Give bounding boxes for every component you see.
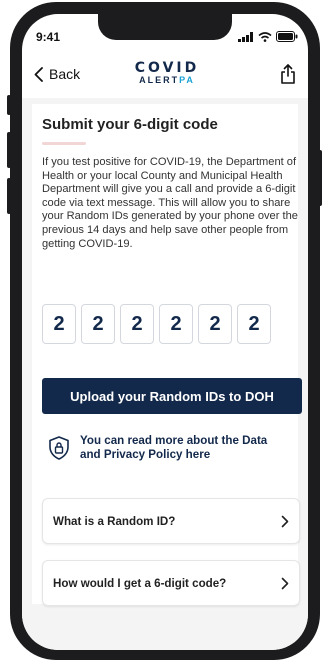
faq-label: What is a Random ID? xyxy=(53,514,176,528)
status-icons xyxy=(238,31,298,42)
volume-up-button xyxy=(7,132,11,168)
code-digit-box[interactable]: 2 xyxy=(81,304,115,344)
phone-screen: 9:41 Back COVID ALERTPA Submit your 6-di… xyxy=(22,14,308,650)
description-text: If you test positive for COVID-19, the D… xyxy=(42,156,298,250)
notch xyxy=(98,14,232,40)
main-content: Submit your 6-digit code If you test pos… xyxy=(22,98,308,650)
code-digit-box[interactable]: 2 xyxy=(120,304,154,344)
covid-alert-pa-logo: COVID ALERTPA xyxy=(126,60,208,85)
volume-down-button xyxy=(7,178,11,214)
logo-pa-text: PA xyxy=(179,75,195,85)
back-label: Back xyxy=(49,66,81,82)
chevron-left-icon xyxy=(34,66,43,82)
signal-icon xyxy=(238,31,253,42)
logo-alert-text: ALERT xyxy=(139,75,180,85)
status-bar: 9:41 xyxy=(22,14,308,56)
power-button xyxy=(318,150,322,206)
code-digit-box[interactable]: 2 xyxy=(159,304,193,344)
title-underline xyxy=(42,142,86,145)
share-button[interactable] xyxy=(280,64,296,89)
logo-bottom-text: ALERTPA xyxy=(126,75,208,85)
code-digit-box[interactable]: 2 xyxy=(42,304,76,344)
faq-item-random-id[interactable]: What is a Random ID? xyxy=(42,498,300,544)
status-time: 9:41 xyxy=(36,30,61,44)
privacy-policy-link[interactable]: You can read more about the Data and Pri… xyxy=(48,434,280,462)
logo-top-text: COVID xyxy=(134,60,200,76)
wifi-icon xyxy=(258,31,272,42)
code-digit-box[interactable]: 2 xyxy=(237,304,271,344)
mute-switch xyxy=(7,95,11,115)
page-title: Submit your 6-digit code xyxy=(42,116,218,133)
code-input-group: 2 2 2 2 2 2 xyxy=(42,304,271,344)
privacy-policy-text: You can read more about the Data and Pri… xyxy=(80,434,268,461)
chevron-right-icon xyxy=(281,577,289,589)
faq-item-get-code[interactable]: How would I get a 6-digit code? xyxy=(42,560,300,606)
upload-random-ids-button[interactable]: Upload your Random IDs to DOH xyxy=(42,378,302,414)
code-digit-box[interactable]: 2 xyxy=(198,304,232,344)
faq-label: How would I get a 6-digit code? xyxy=(53,576,227,590)
battery-icon xyxy=(276,31,298,42)
chevron-right-icon xyxy=(281,515,289,527)
nav-bar: Back COVID ALERTPA xyxy=(22,52,308,98)
back-button[interactable]: Back xyxy=(34,66,80,82)
lock-shield-icon xyxy=(49,436,69,460)
submit-code-card: Submit your 6-digit code If you test pos… xyxy=(32,104,302,606)
share-icon xyxy=(281,64,295,84)
